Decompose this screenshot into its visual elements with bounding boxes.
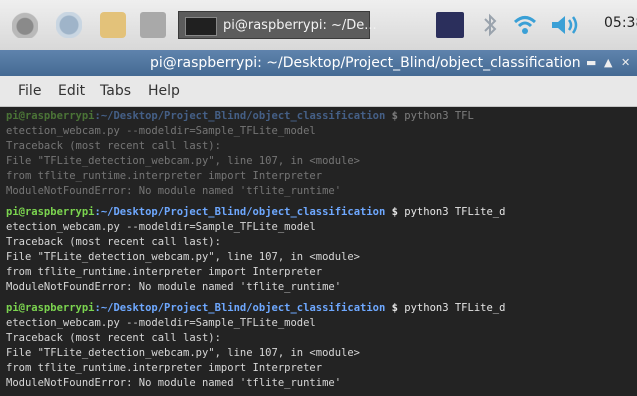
output-line: File "TFLite_detection_webcam.py", line … [6,155,361,167]
prompt-sign: $ [385,302,398,314]
taskbar-terminal-task[interactable]: pi@raspberrypi: ~/De... [178,11,377,39]
output-line: from tflite_runtime.interpreter import I… [6,266,323,278]
prompt-path: :~/Desktop/Project_Blind/object_classifi… [94,302,386,314]
output-line: ModuleNotFoundError: No module named 'tf… [6,281,342,293]
bluetooth-icon[interactable] [480,12,500,38]
output-line: File "TFLite_detection_webcam.py", line … [6,347,361,359]
vnc-icon[interactable] [436,12,464,38]
web-browser-icon[interactable] [56,12,82,38]
menu-bar: File Edit Tabs Help [0,76,637,107]
wifi-icon[interactable] [512,12,538,38]
output-line: File "TFLite_detection_webcam.py", line … [6,251,361,263]
clock[interactable]: 05:38 [604,15,637,31]
command-text: python3 TFLite_d [397,302,506,314]
prompt-sign: $ [385,110,398,122]
output-line: from tflite_runtime.interpreter import I… [6,362,323,374]
close-icon[interactable]: ✕ [621,56,635,70]
terminal-output[interactable]: pi@raspberrypi:~/Desktop/Project_Blind/o… [0,107,637,396]
menu-edit[interactable]: Edit [58,76,85,106]
prompt-user: pi@raspberrypi [6,302,95,314]
maximize-icon[interactable]: ▲ [604,56,618,70]
menu-tabs[interactable]: Tabs [100,76,131,106]
taskbar: pi@raspberrypi: ~/De... 05:38 [0,0,637,50]
prompt-line: pi@raspberrypi:~/Desktop/Project_Blind/o… [6,109,474,124]
menu-help[interactable]: Help [148,76,180,106]
prompt-sign: $ [385,206,398,218]
output-line: etection_webcam.py --modeldir=Sample_TFL… [6,125,316,137]
prompt-path: :~/Desktop/Project_Blind/object_classifi… [94,206,386,218]
raspberry-menu-icon[interactable] [12,12,38,38]
terminal-task-icon [185,17,217,36]
prompt-path: :~/Desktop/Project_Blind/object_classifi… [94,110,386,122]
output-line: etection_webcam.py --modeldir=Sample_TFL… [6,317,316,329]
prompt-line: pi@raspberrypi:~/Desktop/Project_Blind/o… [6,205,505,220]
window-title: pi@raspberrypi: ~/Desktop/Project_Blind/… [150,55,581,71]
terminal-icon[interactable] [140,12,166,38]
output-line: Traceback (most recent call last): [6,236,221,248]
window-title-bar[interactable]: pi@raspberrypi: ~/Desktop/Project_Blind/… [0,50,637,76]
output-line: Traceback (most recent call last): [6,332,221,344]
command-text: python3 TFL [397,110,474,122]
volume-icon[interactable] [548,12,584,38]
output-line: ModuleNotFoundError: No module named 'tf… [6,377,342,389]
taskbar-task-label: pi@raspberrypi: ~/De... [223,18,377,33]
menu-file[interactable]: File [18,76,41,106]
output-line: Traceback (most recent call last): [6,140,221,152]
prompt-line: pi@raspberrypi:~/Desktop/Project_Blind/o… [6,301,505,316]
prompt-user: pi@raspberrypi [6,206,95,218]
screen: pi@raspberrypi: ~/De... 05:38 pi@raspber… [0,0,637,396]
output-line: etection_webcam.py --modeldir=Sample_TFL… [6,221,316,233]
file-manager-icon[interactable] [100,12,126,38]
prompt-user: pi@raspberrypi [6,110,95,122]
command-text: python3 TFLite_d [397,206,506,218]
output-line: from tflite_runtime.interpreter import I… [6,170,323,182]
minimize-icon[interactable]: ▬ [586,56,600,70]
output-line: ModuleNotFoundError: No module named 'tf… [6,185,342,197]
